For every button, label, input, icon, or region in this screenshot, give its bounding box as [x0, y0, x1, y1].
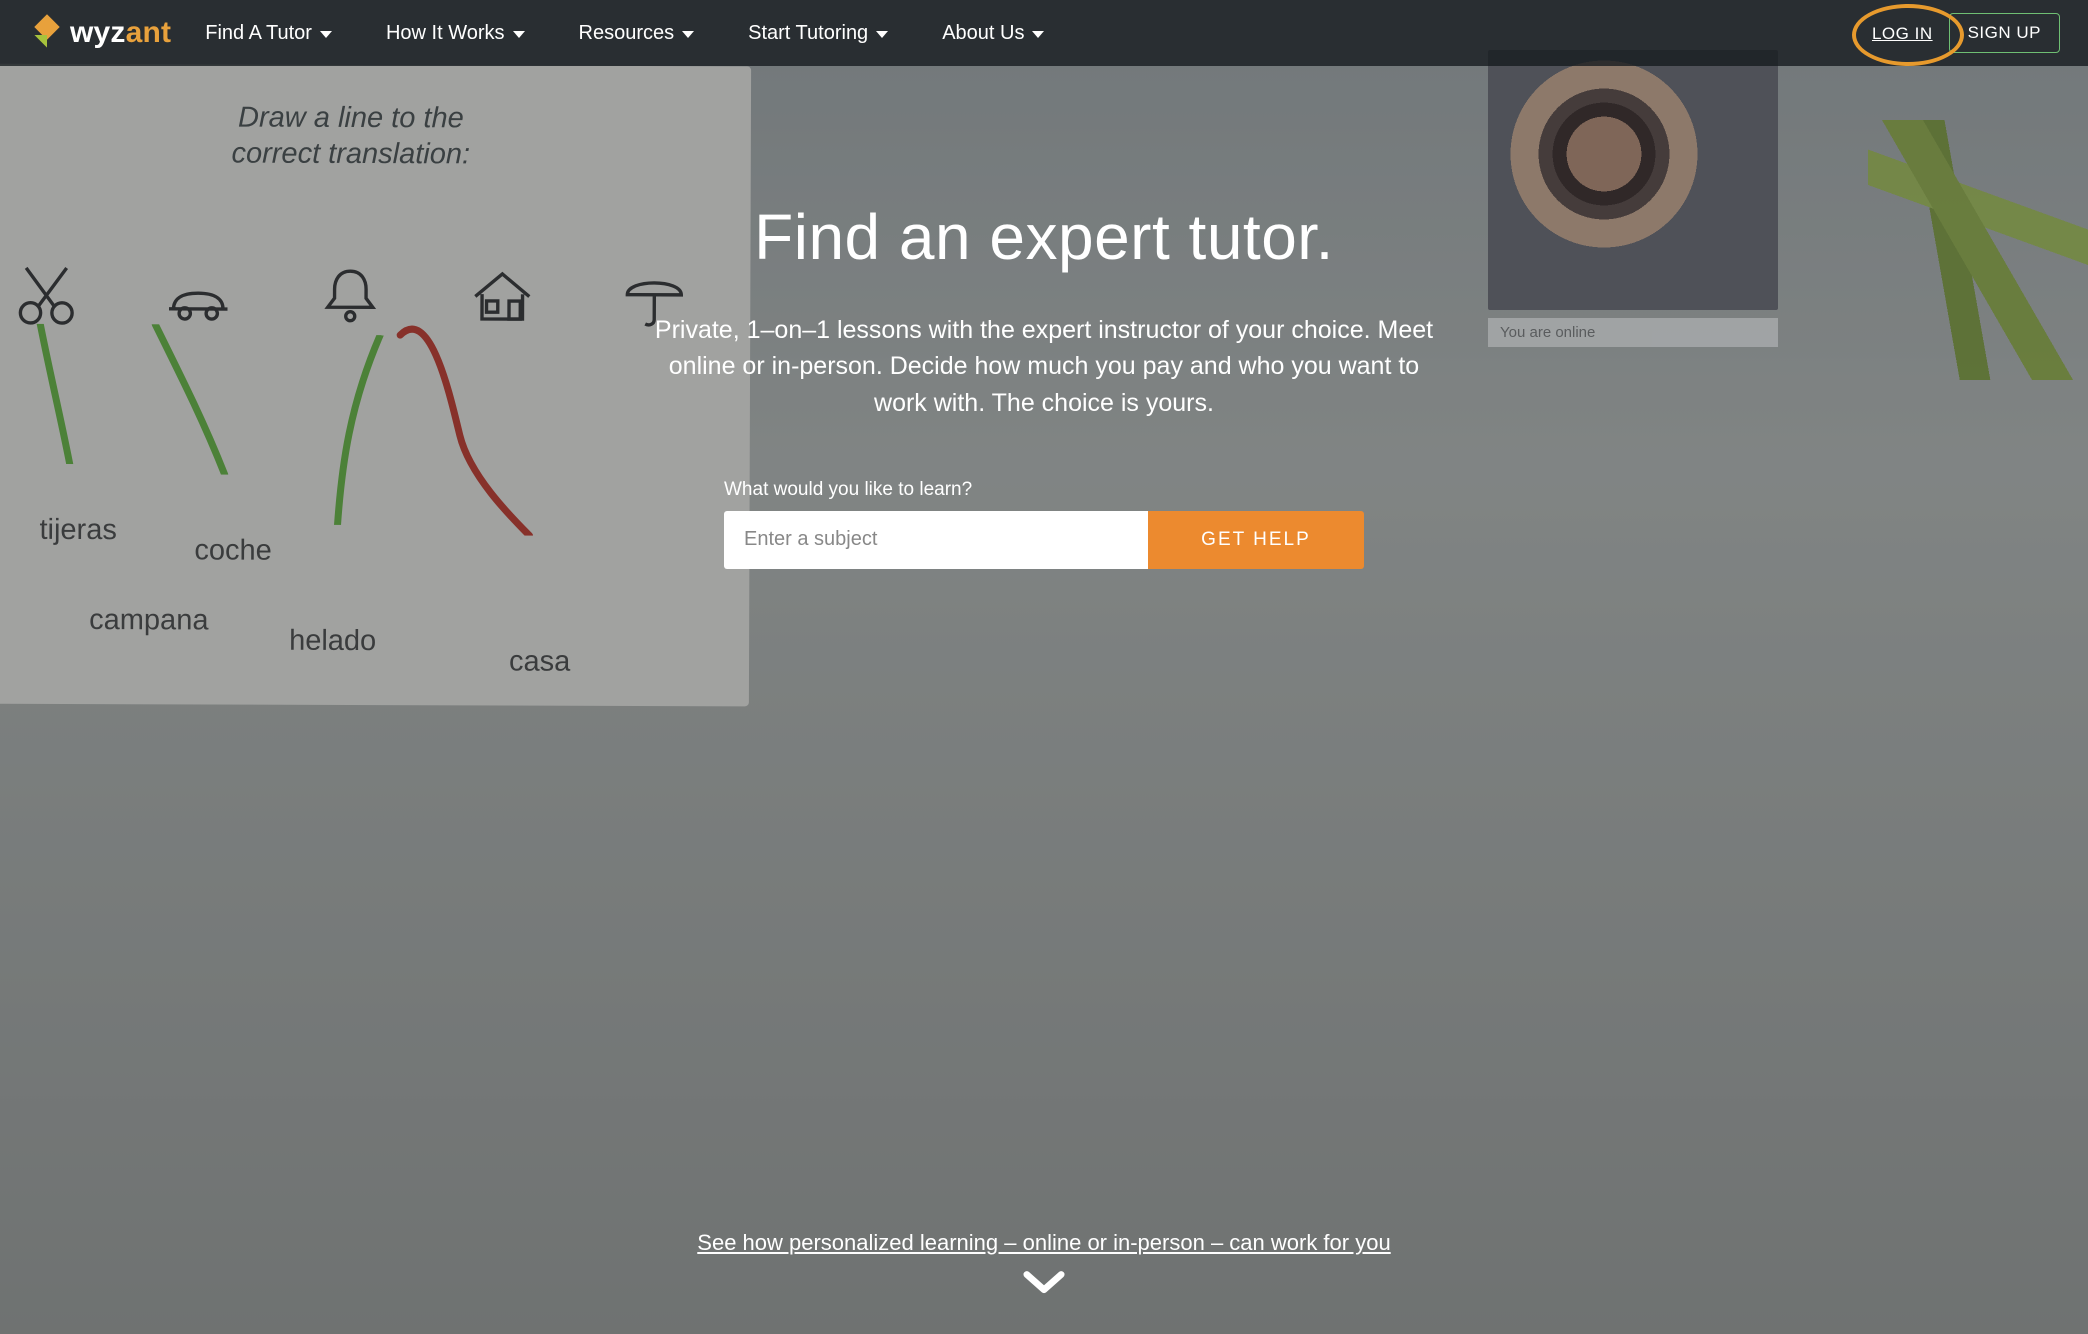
- learn-more-link[interactable]: See how personalized learning – online o…: [697, 1230, 1390, 1256]
- subject-search-input[interactable]: [724, 511, 1148, 569]
- chevron-down-icon: [320, 31, 332, 38]
- logo-text-part2: ant: [126, 16, 172, 49]
- nav-label: Resources: [579, 22, 675, 45]
- nav-how-it-works[interactable]: How It Works: [386, 22, 525, 45]
- nav-label: Find A Tutor: [205, 22, 312, 45]
- chevron-down-icon: [513, 31, 525, 38]
- logo-text-part1: wyz: [70, 16, 126, 49]
- logo-mark-icon: [34, 18, 64, 48]
- main-header: wyzant Find A Tutor How It Works Resourc…: [0, 0, 2088, 66]
- nav-start-tutoring[interactable]: Start Tutoring: [748, 22, 888, 45]
- primary-nav: Find A Tutor How It Works Resources Star…: [205, 22, 1044, 45]
- hero-subtitle: Private, 1–on–1 lessons with the expert …: [654, 312, 1434, 421]
- get-help-button[interactable]: GET HELP: [1148, 511, 1364, 569]
- nav-label: About Us: [942, 22, 1024, 45]
- nav-resources[interactable]: Resources: [579, 22, 695, 45]
- hero-section: Find an expert tutor. Private, 1–on–1 le…: [0, 0, 2088, 1334]
- chevron-down-icon: [1032, 31, 1044, 38]
- signup-button[interactable]: SIGN UP: [1949, 13, 2060, 53]
- chevron-down-icon: [682, 31, 694, 38]
- login-link[interactable]: LOG IN: [1872, 24, 1933, 43]
- nav-find-a-tutor[interactable]: Find A Tutor: [205, 22, 332, 45]
- chevron-down-large-icon[interactable]: [1023, 1270, 1065, 1298]
- search-label: What would you like to learn?: [724, 479, 1364, 501]
- brand-logo[interactable]: wyzant: [34, 16, 171, 50]
- nav-label: How It Works: [386, 22, 505, 45]
- nav-about-us[interactable]: About Us: [942, 22, 1044, 45]
- hero-title: Find an expert tutor.: [754, 200, 1334, 274]
- chevron-down-icon: [876, 31, 888, 38]
- nav-label: Start Tutoring: [748, 22, 868, 45]
